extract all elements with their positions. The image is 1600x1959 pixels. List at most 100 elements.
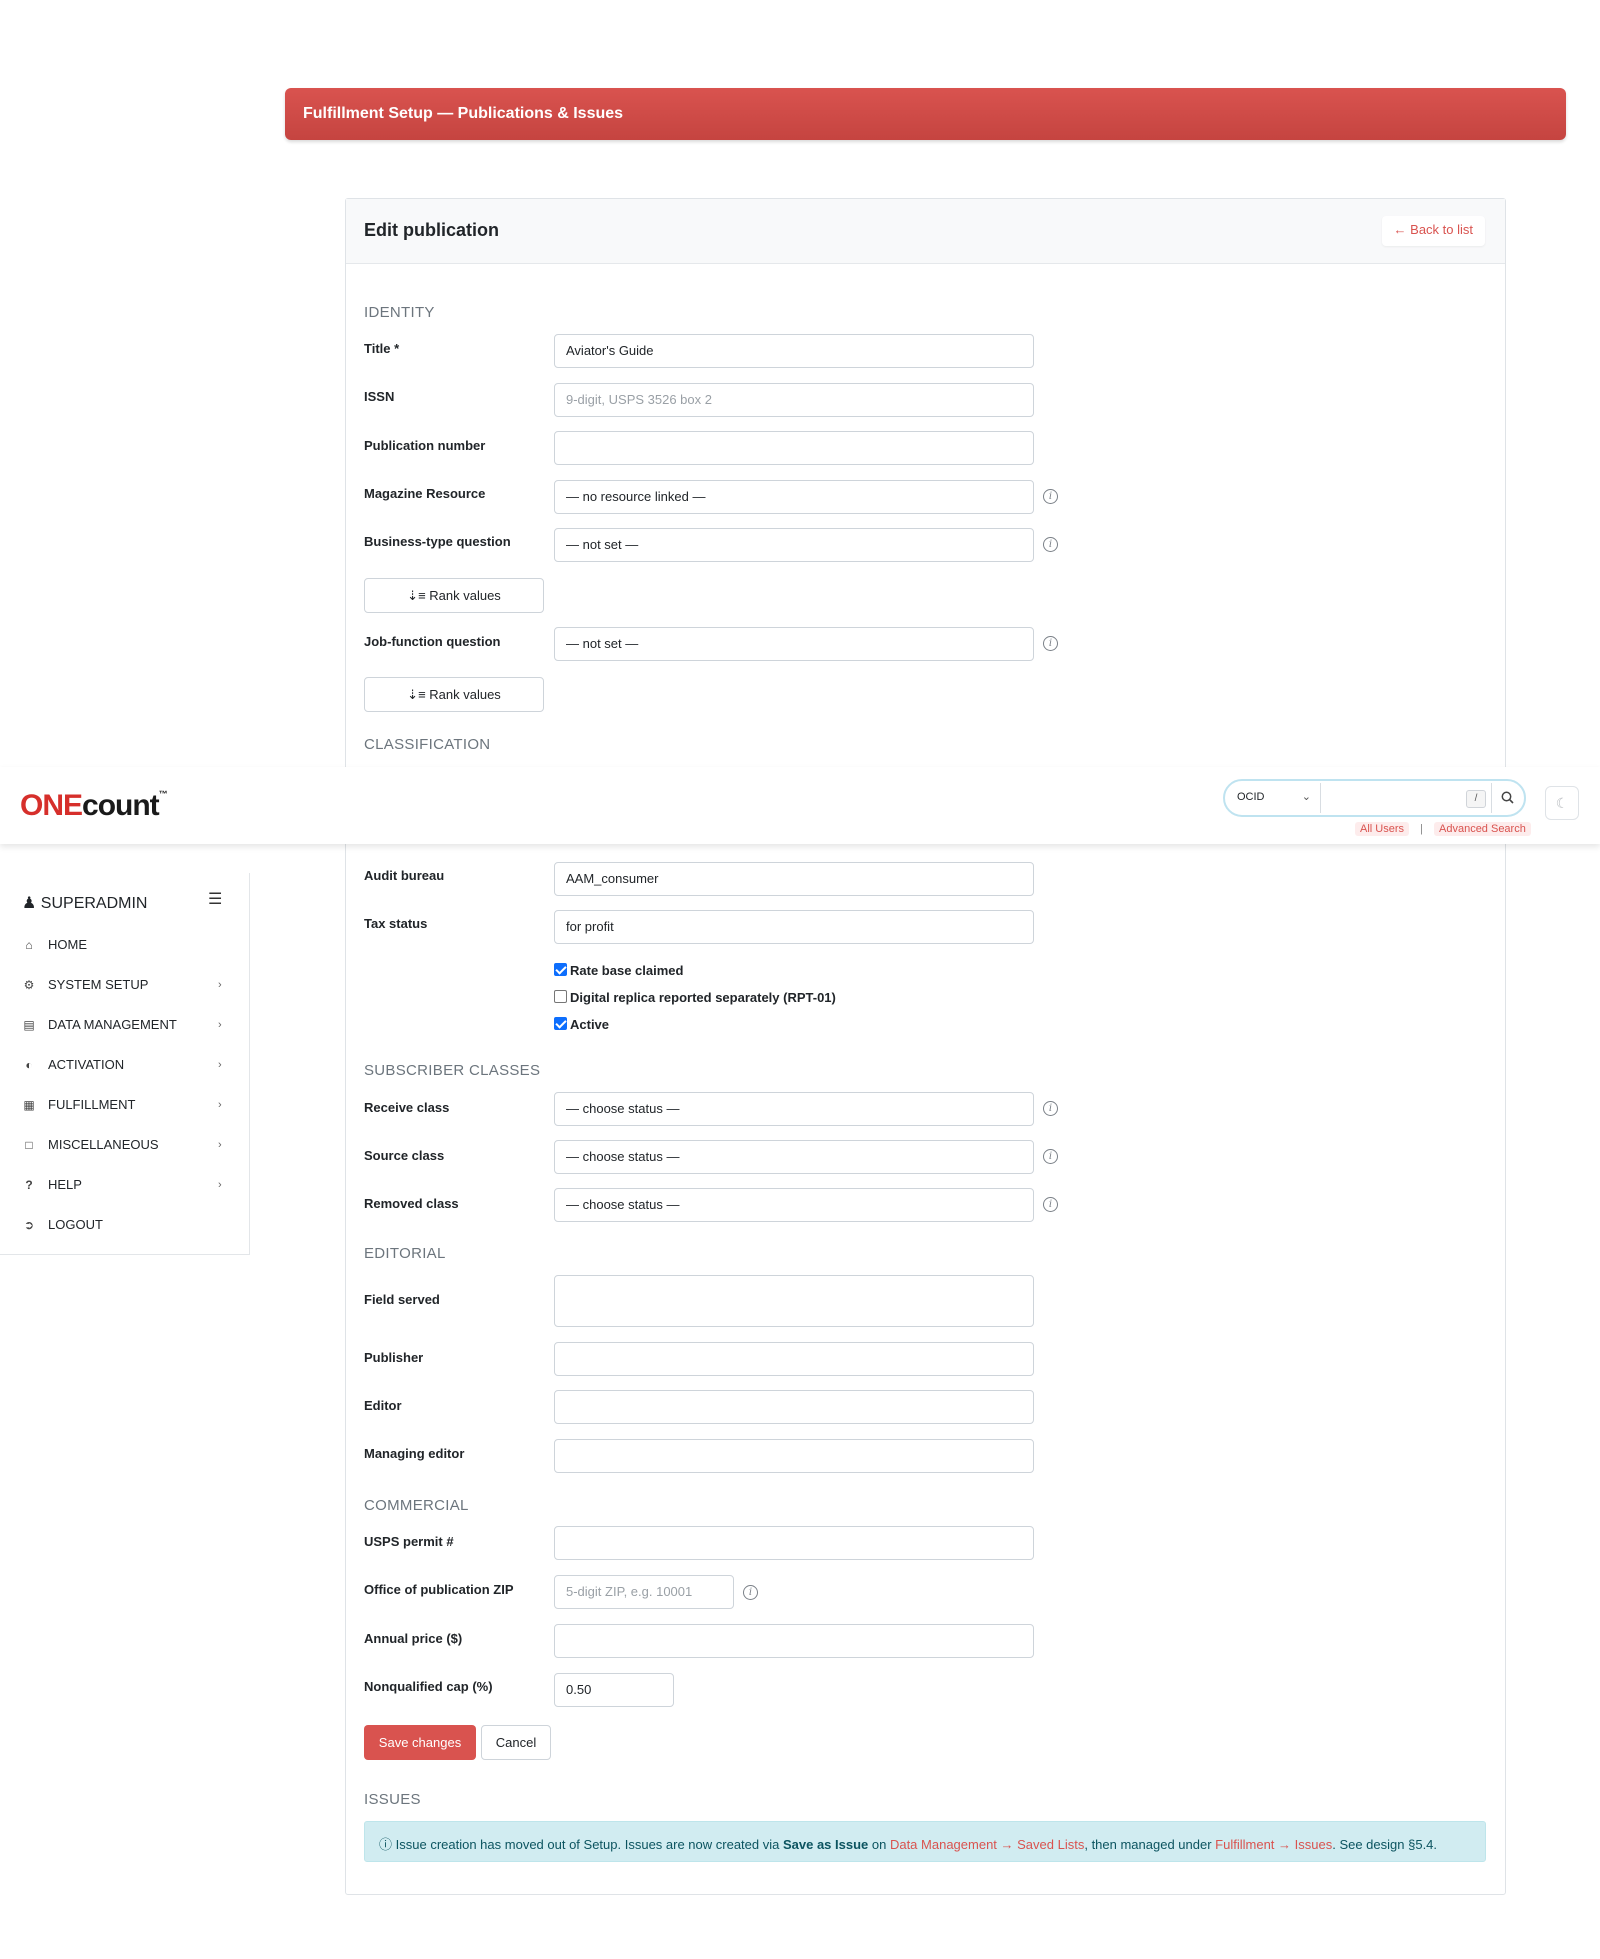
chevron-right-icon: › bbox=[218, 1019, 222, 1031]
source-class-label: Source class bbox=[364, 1148, 445, 1163]
managing-editor-input[interactable] bbox=[554, 1439, 1034, 1473]
all-users-link[interactable]: All Users bbox=[1355, 822, 1410, 836]
question-icon: ? bbox=[25, 1178, 33, 1192]
sidebar: ♟ SUPERADMIN ☰ ⌂ HOME ⚙ SYSTEM SETUP › ▤… bbox=[0, 873, 250, 1255]
sidebar-item-fulfillment[interactable]: ▦ FULFILLMENT › bbox=[0, 1087, 249, 1123]
title-input[interactable]: Aviator's Guide bbox=[554, 334, 1034, 368]
rank-values-button[interactable]: ⇣≡ Rank values bbox=[364, 578, 544, 613]
magazine-resource-label: Magazine Resource bbox=[364, 486, 486, 501]
saved-lists-link[interactable]: Data Management → Saved Lists bbox=[890, 1837, 1084, 1852]
card-header: Edit publication ← Back to list bbox=[346, 199, 1505, 264]
fulfillment-issues-link[interactable]: Fulfillment → Issues bbox=[1215, 1837, 1332, 1852]
sidebar-item-data-management[interactable]: ▤ DATA MANAGEMENT › bbox=[0, 1007, 249, 1043]
editor-input[interactable] bbox=[554, 1390, 1034, 1424]
publisher-input[interactable] bbox=[554, 1342, 1034, 1376]
active-checkbox[interactable] bbox=[554, 1017, 567, 1030]
sidebar-item-help[interactable]: ? HELP › bbox=[0, 1167, 249, 1203]
tax-status-label: Tax status bbox=[364, 916, 428, 931]
nonqualified-cap-input[interactable]: 0.50 bbox=[554, 1673, 674, 1707]
cancel-button[interactable]: Cancel bbox=[481, 1725, 551, 1760]
info-icon[interactable]: i bbox=[1043, 489, 1058, 504]
sidebar-item-logout[interactable]: ➲ LOGOUT bbox=[0, 1207, 249, 1243]
rate-base-checkbox-row[interactable]: Rate base claimed bbox=[554, 963, 683, 978]
file-icon: □ bbox=[25, 1138, 33, 1152]
rank-values-button[interactable]: ⇣≡ Rank values bbox=[364, 677, 544, 712]
receive-class-label: Receive class bbox=[364, 1100, 450, 1115]
section-classification: CLASSIFICATION bbox=[364, 736, 491, 753]
chevron-down-icon: ⌄ bbox=[1301, 791, 1311, 803]
logout-icon: ➲ bbox=[23, 1218, 35, 1232]
sidebar-item-system-setup[interactable]: ⚙ SYSTEM SETUP › bbox=[0, 967, 249, 1003]
database-icon: ▤ bbox=[23, 1018, 35, 1032]
digital-replica-checkbox-row[interactable]: Digital replica reported separately (RPT… bbox=[554, 990, 836, 1005]
search-input[interactable] bbox=[1322, 783, 1482, 813]
usps-permit-input[interactable] bbox=[554, 1526, 1034, 1560]
zip-input[interactable]: 5-digit ZIP, e.g. 10001 bbox=[554, 1575, 734, 1609]
active-checkbox-row[interactable]: Active bbox=[554, 1017, 609, 1032]
audit-bureau-label: Audit bureau bbox=[364, 868, 445, 883]
onecount-logo[interactable]: ONEcount™ bbox=[20, 789, 168, 823]
back-to-list-link[interactable]: ← Back to list bbox=[1381, 216, 1485, 246]
chevron-right-icon: › bbox=[218, 979, 222, 991]
section-subscriber-classes: SUBSCRIBER CLASSES bbox=[364, 1062, 541, 1079]
audit-bureau-select[interactable]: AAM_consumer bbox=[554, 862, 1034, 896]
info-icon[interactable]: i bbox=[1043, 1101, 1058, 1116]
zip-label: Office of publication ZIP bbox=[364, 1582, 514, 1597]
removed-class-label: Removed class bbox=[364, 1196, 459, 1211]
source-class-select[interactable]: — choose status — bbox=[554, 1140, 1034, 1174]
magazine-resource-select[interactable]: — no resource linked — bbox=[554, 480, 1034, 514]
home-icon: ⌂ bbox=[25, 938, 33, 952]
user-icon: ♟ bbox=[22, 895, 37, 912]
issn-input[interactable]: 9-digit, USPS 3526 box 2 bbox=[554, 383, 1034, 417]
save-changes-button[interactable]: Save changes bbox=[364, 1725, 476, 1760]
field-served-textarea[interactable] bbox=[554, 1275, 1034, 1327]
removed-class-select[interactable]: — choose status — bbox=[554, 1188, 1034, 1222]
sort-icon: ⇣≡ bbox=[407, 687, 430, 702]
chevron-right-icon: › bbox=[218, 1059, 222, 1071]
top-navbar: ONEcount™ OCID ⌄ / All Users | Advanced … bbox=[0, 767, 1600, 844]
managing-editor-label: Managing editor bbox=[364, 1446, 465, 1461]
business-type-select[interactable]: — not set — bbox=[554, 528, 1034, 562]
info-icon[interactable]: i bbox=[743, 1585, 758, 1600]
section-editorial: EDITORIAL bbox=[364, 1245, 446, 1262]
digital-replica-checkbox[interactable] bbox=[554, 990, 567, 1003]
job-function-label: Job-function question bbox=[364, 634, 501, 649]
info-icon[interactable]: i bbox=[1043, 537, 1058, 552]
section-commercial: COMMERCIAL bbox=[364, 1497, 469, 1514]
rate-base-checkbox[interactable] bbox=[554, 963, 567, 976]
job-function-select[interactable]: — not set — bbox=[554, 627, 1034, 661]
theme-toggle-button[interactable]: ☾ bbox=[1545, 786, 1579, 820]
info-icon[interactable]: i bbox=[1043, 636, 1058, 651]
search-icon bbox=[1501, 791, 1514, 804]
page-title: Edit publication bbox=[364, 220, 499, 240]
receive-class-select[interactable]: — choose status — bbox=[554, 1092, 1034, 1126]
moon-icon: ☾ bbox=[1555, 795, 1569, 811]
page-banner: Fulfillment Setup — Publications & Issue… bbox=[285, 88, 1566, 140]
search-type-select[interactable]: OCID ⌄ bbox=[1227, 783, 1321, 813]
sidebar-item-home[interactable]: ⌂ HOME bbox=[0, 927, 249, 963]
publication-number-input[interactable] bbox=[554, 431, 1034, 465]
banner-title: Fulfillment Setup — Publications & Issue… bbox=[303, 105, 624, 122]
sidebar-item-miscellaneous[interactable]: □ MISCELLANEOUS › bbox=[0, 1127, 249, 1163]
annual-price-input[interactable] bbox=[554, 1624, 1034, 1658]
sidebar-user[interactable]: ♟ SUPERADMIN bbox=[22, 893, 147, 913]
info-icon[interactable]: i bbox=[1043, 1149, 1058, 1164]
sidebar-item-activation[interactable]: ◐ ACTIVATION › bbox=[0, 1047, 249, 1083]
field-served-label: Field served bbox=[364, 1292, 440, 1307]
gear-icon: ⚙ bbox=[23, 978, 35, 992]
info-icon[interactable]: i bbox=[1043, 1197, 1058, 1212]
chevron-right-icon: › bbox=[218, 1179, 222, 1191]
chevron-right-icon: › bbox=[218, 1099, 222, 1111]
section-identity: IDENTITY bbox=[364, 304, 435, 321]
publisher-label: Publisher bbox=[364, 1350, 424, 1365]
usps-permit-label: USPS permit # bbox=[364, 1534, 454, 1549]
hamburger-menu-icon[interactable]: ☰ bbox=[208, 889, 222, 909]
search-button[interactable] bbox=[1491, 783, 1523, 813]
sort-icon: ⇣≡ bbox=[407, 588, 430, 603]
publication-number-label: Publication number bbox=[364, 438, 486, 453]
issues-info-alert: ⓘ Issue creation has moved out of Setup.… bbox=[364, 1821, 1486, 1862]
annual-price-label: Annual price ($) bbox=[364, 1631, 463, 1646]
tax-status-select[interactable]: for profit bbox=[554, 910, 1034, 944]
search-group: OCID ⌄ / bbox=[1223, 779, 1526, 817]
advanced-search-link[interactable]: Advanced Search bbox=[1434, 822, 1531, 836]
